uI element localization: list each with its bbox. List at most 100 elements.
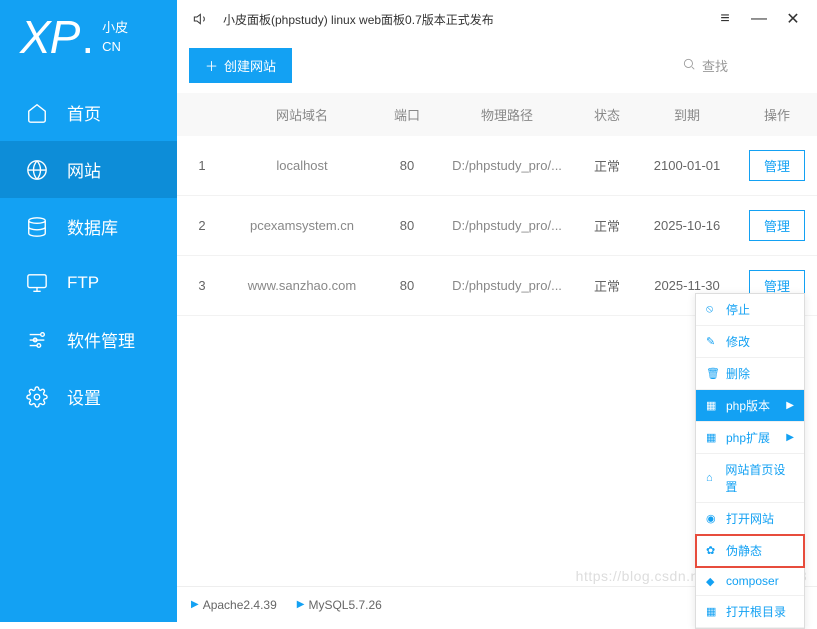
nav-label: 软件管理: [67, 327, 135, 352]
sidebar: XP . 小皮 CN 首页网站数据库 FTP 软件管理设置: [0, 0, 177, 622]
nav-label: FTP: [67, 273, 99, 293]
item-icon: ▦: [706, 431, 718, 444]
logo-text: XP: [20, 10, 79, 64]
item-icon: ✿: [706, 544, 718, 557]
row-index: 3: [177, 278, 227, 293]
row-path: D:/phpstudy_pro/...: [437, 158, 577, 173]
item-label: php扩展: [726, 429, 770, 446]
site-table: 网站域名 端口 物理路径 状态 到期 操作 1 localhost 80 D:/…: [177, 93, 817, 586]
speaker-icon: [189, 7, 213, 31]
col-expire: 到期: [637, 105, 737, 124]
item-icon: ◆: [706, 575, 718, 588]
row-index: 2: [177, 218, 227, 233]
col-status: 状态: [577, 105, 637, 124]
item-icon: ⦸: [706, 303, 718, 316]
row-expire: 2025-10-16: [637, 218, 737, 233]
nav-item-database[interactable]: 数据库: [0, 198, 177, 255]
nav-label: 网站: [67, 157, 101, 182]
toolbar: ＋ 创建网站 查找: [177, 38, 817, 93]
row-domain: pcexamsystem.cn: [227, 218, 377, 233]
nav-label: 首页: [67, 100, 101, 125]
plus-icon: ＋: [205, 56, 218, 75]
dropdown-item[interactable]: ⦸停止: [696, 294, 804, 326]
item-icon: ▦: [706, 399, 718, 412]
database-icon: [25, 215, 49, 239]
item-label: 网站首页设置: [725, 461, 794, 495]
chevron-right-icon: ▶: [786, 400, 794, 411]
row-port: 80: [377, 158, 437, 173]
row-path: D:/phpstudy_pro/...: [437, 278, 577, 293]
dropdown-item[interactable]: ▦ 打开根目录: [696, 596, 804, 628]
nav-item-sliders[interactable]: 软件管理: [0, 311, 177, 368]
row-domain: www.sanzhao.com: [227, 278, 377, 293]
titlebar: 小皮面板(phpstudy) linux web面板0.7版本正式发布 ≡ — …: [177, 0, 817, 38]
col-port: 端口: [377, 105, 437, 124]
col-domain: 网站域名: [227, 105, 377, 124]
dropdown-item[interactable]: ▦ php扩展 ▶: [696, 422, 804, 454]
nav-item-gear[interactable]: 设置: [0, 368, 177, 425]
logo-dot: .: [81, 10, 94, 64]
monitor-icon: [25, 271, 49, 295]
search-placeholder: 查找: [702, 56, 728, 75]
dropdown-item[interactable]: ◆ composer: [696, 567, 804, 596]
item-label: 删除: [726, 365, 750, 382]
dropdown-item[interactable]: ▦ php版本 ▶: [696, 390, 804, 422]
row-expire: 2025-11-30: [637, 278, 737, 293]
row-domain: localhost: [227, 158, 377, 173]
row-status: 正常: [577, 156, 637, 175]
play-icon: ▶: [191, 599, 199, 610]
item-label: php版本: [726, 397, 770, 414]
sliders-icon: [25, 328, 49, 352]
manage-dropdown: ⦸停止✎修改🗑删除▦php版本▶▦php扩展▶⌂网站首页设置◉打开网站✿伪静态◆…: [695, 293, 805, 629]
play-icon: ▶: [297, 599, 305, 610]
dropdown-item[interactable]: ◉ 打开网站: [696, 503, 804, 535]
item-icon: ▦: [706, 605, 718, 618]
dropdown-item[interactable]: ✎ 修改: [696, 326, 804, 358]
globe-icon: [25, 158, 49, 182]
search-icon: [682, 57, 696, 74]
row-expire: 2100-01-01: [637, 158, 737, 173]
row-port: 80: [377, 278, 437, 293]
item-icon: ⌂: [706, 472, 717, 484]
item-icon: 🗑: [706, 367, 718, 380]
chevron-right-icon: ▶: [786, 432, 794, 443]
row-status: 正常: [577, 216, 637, 235]
row-index: 1: [177, 158, 227, 173]
item-icon: ✎: [706, 335, 718, 348]
gear-icon: [25, 385, 49, 409]
row-port: 80: [377, 218, 437, 233]
row-path: D:/phpstudy_pro/...: [437, 218, 577, 233]
dropdown-item[interactable]: ✿伪静态: [696, 535, 804, 567]
search-box[interactable]: 查找: [605, 56, 805, 75]
col-op: 操作: [737, 105, 817, 124]
nav-item-home[interactable]: 首页: [0, 84, 177, 141]
create-site-button[interactable]: ＋ 创建网站: [189, 48, 292, 83]
dropdown-item[interactable]: ⌂ 网站首页设置: [696, 454, 804, 503]
item-label: 修改: [726, 333, 750, 350]
titlebar-text: 小皮面板(phpstudy) linux web面板0.7版本正式发布: [223, 11, 494, 28]
dropdown-item[interactable]: 🗑 删除: [696, 358, 804, 390]
table-row: 2 pcexamsystem.cn 80 D:/phpstudy_pro/...…: [177, 196, 817, 256]
nav-label: 数据库: [67, 214, 118, 239]
row-status: 正常: [577, 276, 637, 295]
col-path: 物理路径: [437, 105, 577, 124]
minimize-button[interactable]: —: [747, 7, 771, 31]
apache-status[interactable]: ▶ Apache2.4.39: [191, 598, 277, 612]
logo-sub: 小皮 CN: [102, 18, 128, 57]
close-button[interactable]: ✕: [781, 7, 805, 31]
item-label: 打开根目录: [726, 603, 786, 620]
manage-button[interactable]: 管理: [749, 210, 805, 241]
table-header: 网站域名 端口 物理路径 状态 到期 操作: [177, 93, 817, 136]
main-area: 小皮面板(phpstudy) linux web面板0.7版本正式发布 ≡ — …: [177, 0, 817, 622]
manage-button[interactable]: 管理: [749, 150, 805, 181]
home-icon: [25, 101, 49, 125]
menu-icon[interactable]: ≡: [713, 7, 737, 31]
nav-item-monitor[interactable]: FTP: [0, 255, 177, 311]
nav-item-globe[interactable]: 网站: [0, 141, 177, 198]
table-row: 1 localhost 80 D:/phpstudy_pro/... 正常 21…: [177, 136, 817, 196]
mysql-status[interactable]: ▶ MySQL5.7.26: [297, 598, 382, 612]
logo: XP . 小皮 CN: [0, 0, 177, 84]
item-icon: ◉: [706, 512, 718, 525]
item-label: 打开网站: [726, 510, 774, 527]
item-label: composer: [726, 574, 779, 588]
